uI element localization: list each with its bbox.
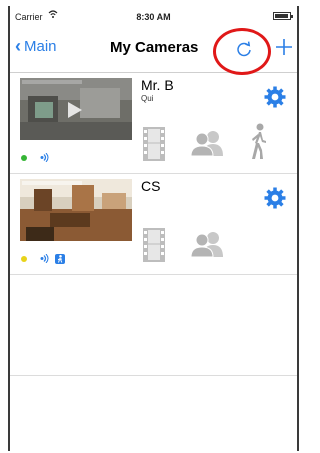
empty-row (10, 275, 297, 376)
online-status-dot (21, 155, 27, 161)
page-title: My Cameras (110, 39, 199, 56)
settings-icon[interactable] (263, 85, 287, 109)
camera-thumbnail[interactable] (20, 179, 132, 241)
camera-thumbnail[interactable] (20, 78, 132, 140)
camera-row[interactable]: CS (10, 174, 297, 275)
camera-name: CS (141, 178, 161, 194)
back-button[interactable]: ‹ Main (15, 37, 57, 55)
film-icon[interactable] (143, 228, 165, 267)
motion-badge-icon (55, 254, 65, 264)
camera-subtitle: Qui (141, 94, 154, 103)
people-icon[interactable] (190, 129, 226, 162)
camera-row[interactable]: Mr. B Qui (10, 73, 297, 174)
film-icon[interactable] (143, 127, 165, 166)
signal-icon (39, 253, 49, 265)
walking-person-icon[interactable] (246, 123, 270, 166)
clock: 8:30 AM (136, 12, 171, 22)
navigation-bar: ‹ Main My Cameras (10, 28, 297, 75)
status-dot (21, 256, 27, 262)
phone-screen: Carrier 8:30 AM ‹ Main My Cameras Mr. B … (8, 6, 299, 451)
people-icon[interactable] (190, 230, 226, 263)
back-label: Main (24, 37, 57, 55)
refresh-icon[interactable] (234, 39, 254, 59)
signal-icon (39, 152, 49, 164)
chevron-left-icon: ‹ (15, 36, 21, 56)
camera-name: Mr. B (141, 77, 174, 93)
settings-icon[interactable] (263, 186, 287, 210)
empty-row (10, 376, 297, 451)
battery-icon (273, 12, 293, 20)
plus-icon[interactable] (275, 34, 293, 60)
status-bar: Carrier 8:30 AM (10, 6, 297, 26)
